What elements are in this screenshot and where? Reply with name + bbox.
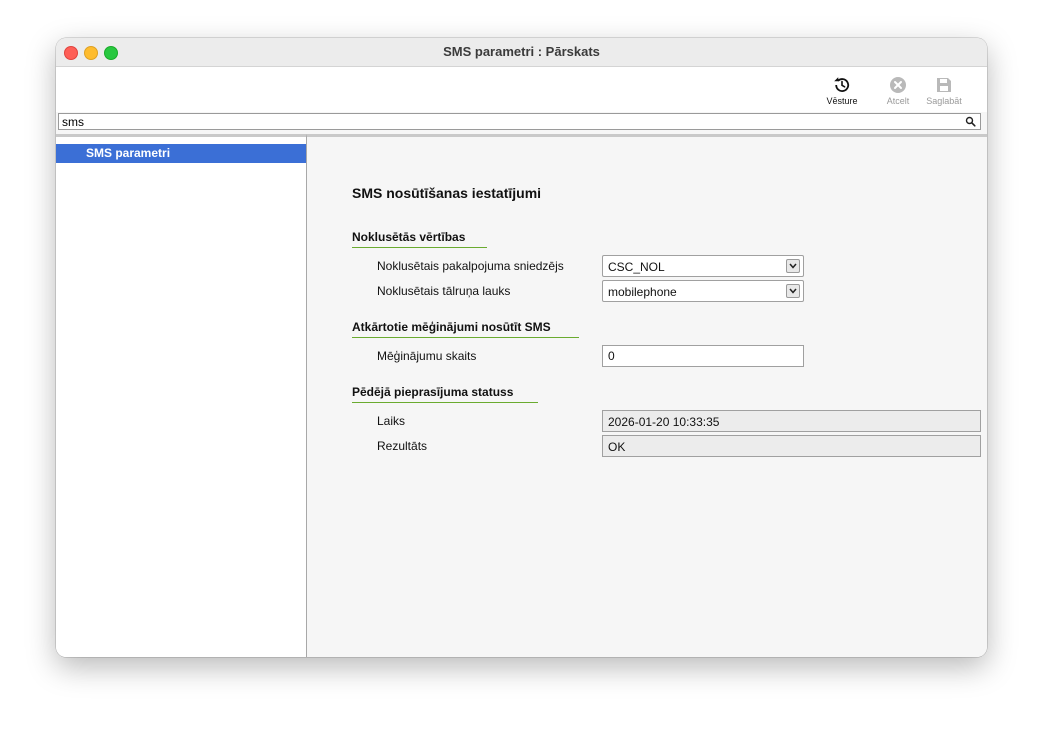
retry-count-input[interactable] — [602, 345, 804, 367]
window-title: SMS parametri : Pārskats — [443, 44, 600, 59]
history-label: Vēsture — [826, 96, 858, 106]
chevron-down-icon — [789, 263, 797, 269]
history-button[interactable]: Vēsture — [817, 76, 867, 106]
provider-label: Noklusētais pakalpojuma sniedzējs — [377, 259, 564, 273]
search-bar — [58, 113, 981, 130]
cancel-icon — [890, 77, 906, 93]
save-button[interactable]: Saglabāt — [919, 76, 969, 106]
cancel-button[interactable]: Atcelt — [873, 76, 923, 106]
provider-select[interactable]: CSC_NOL — [602, 255, 804, 277]
save-icon — [937, 78, 951, 92]
result-field: OK — [602, 435, 981, 457]
section-title-retries: Atkārtotie mēģinājumi nosūtīt SMS — [352, 320, 579, 338]
time-field: 2026-01-20 10:33:35 — [602, 410, 981, 432]
title-bar[interactable]: SMS parametri : Pārskats — [56, 38, 987, 67]
search-icon[interactable] — [965, 116, 976, 127]
section-title-defaults: Noklusētās vērtības — [352, 230, 487, 248]
phone-field-select[interactable]: mobilephone — [602, 280, 804, 302]
phone-field-select-value: mobilephone — [608, 285, 677, 299]
chevron-down-icon — [789, 288, 797, 294]
app-window: SMS parametri : Pārskats Vēsture Atcelt — [56, 38, 987, 657]
section-title-last-request: Pēdējā pieprasījuma statuss — [352, 385, 538, 403]
phone-field-label: Noklusētais tālruņa lauks — [377, 284, 511, 298]
page-title: SMS nosūtīšanas iestatījumi — [352, 185, 542, 201]
content-panel: SMS nosūtīšanas iestatījumi Noklusētās v… — [307, 134, 987, 657]
result-label: Rezultāts — [377, 439, 428, 453]
result-value: OK — [608, 440, 626, 454]
save-label: Saglabāt — [926, 96, 962, 106]
toolbar: Vēsture Atcelt Saglabāt — [56, 67, 987, 112]
time-label: Laiks — [377, 414, 406, 428]
sidebar-item-label: SMS parametri — [86, 146, 171, 160]
sidebar-item-sms-parameters[interactable]: SMS parametri — [56, 144, 306, 163]
provider-dropdown-button[interactable] — [786, 259, 800, 273]
history-icon — [834, 77, 850, 92]
sidebar: SMS parametri — [56, 134, 307, 657]
cancel-label: Atcelt — [886, 96, 910, 106]
retry-count-label: Mēģinājumu skaits — [377, 349, 477, 363]
phone-field-dropdown-button[interactable] — [786, 284, 800, 298]
provider-select-value: CSC_NOL — [608, 260, 665, 274]
search-input[interactable] — [62, 114, 952, 129]
time-value: 2026-01-20 10:33:35 — [608, 415, 720, 429]
